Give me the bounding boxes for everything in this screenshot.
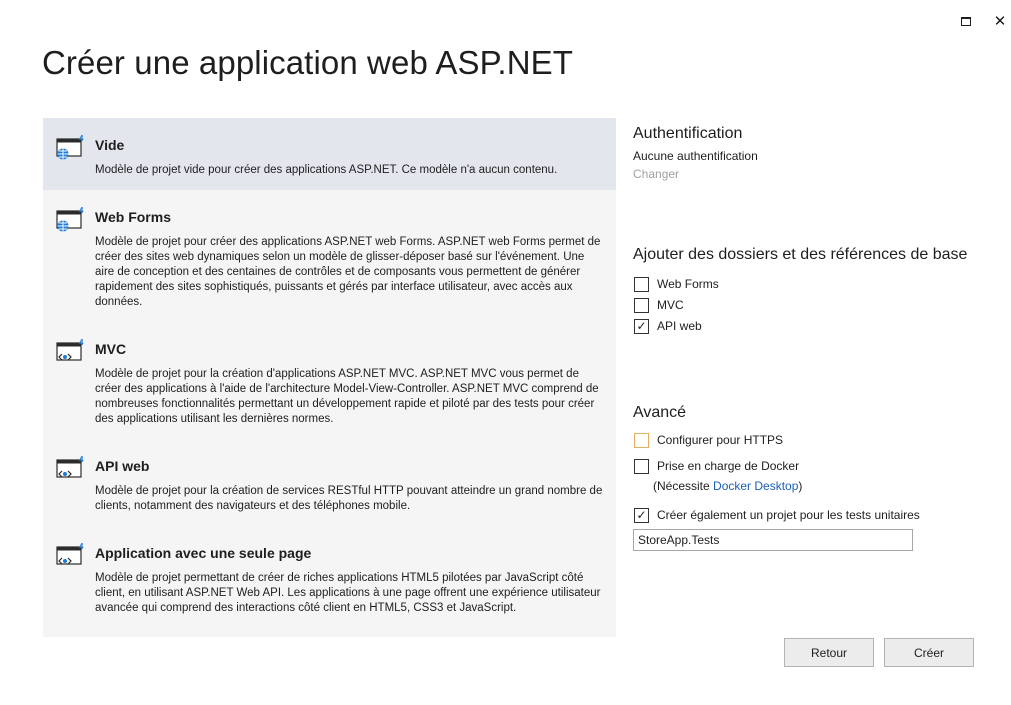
checkmark-icon: ✓ (636, 508, 647, 522)
back-button[interactable]: Retour (784, 638, 874, 667)
svg-text:4: 4 (79, 134, 84, 143)
create-button[interactable]: Créer (884, 638, 974, 667)
web-globe-icon: 4 (56, 134, 84, 160)
template-description: Modèle de projet pour la création d'appl… (95, 368, 599, 425)
checkbox-label: API web (657, 319, 702, 333)
folders-heading: Ajouter des dossiers et des références d… (633, 246, 968, 263)
docker-checkbox[interactable] (634, 458, 649, 474)
template-description: Modèle de projet pour créer des applicat… (95, 236, 601, 308)
template-name: Vide (95, 137, 125, 153)
auth-value: Aucune authentification (633, 149, 758, 163)
svg-text:4: 4 (79, 338, 84, 347)
auth-change-link[interactable]: Changer (633, 167, 679, 181)
maximize-button[interactable] (955, 10, 977, 32)
checkmark-icon: ✓ (636, 319, 647, 333)
maximize-icon (961, 16, 971, 26)
checkbox-label: Configurer pour HTTPS (657, 433, 784, 447)
advanced-heading: Avancé (633, 404, 687, 421)
web-globe-icon: 4 (56, 206, 84, 232)
svg-text:4: 4 (79, 542, 84, 551)
auth-heading: Authentification (633, 125, 743, 142)
folder-web-forms-checkbox[interactable] (634, 276, 649, 292)
folder-mvc-checkbox[interactable] (634, 297, 649, 313)
close-icon: ✕ (993, 12, 1007, 30)
docker-row[interactable]: Prise en charge de Docker (634, 458, 799, 474)
checkbox-label: Créer également un projet pour les tests… (657, 508, 920, 522)
unit-tests-row[interactable]: ✓ Créer également un projet pour les tes… (634, 507, 920, 523)
template-description: Modèle de projet pour la création de ser… (95, 485, 603, 512)
template-item-web-forms[interactable]: 4 Web Forms Modèle de projet pour créer … (43, 190, 616, 322)
template-item-api-web[interactable]: 4 API web Modèle de projet pour la créat… (43, 439, 616, 526)
template-item-mvc[interactable]: 4 MVC Modèle de projet pour la création … (43, 322, 616, 439)
page-title: Créer une application web ASP.NET (42, 44, 573, 81)
code-window-icon: 4 (56, 542, 84, 565)
code-window-icon: 4 (56, 338, 84, 361)
unit-tests-checkbox[interactable]: ✓ (634, 507, 649, 523)
template-description: Modèle de projet vide pour créer des app… (95, 164, 558, 176)
folder-api-web-row[interactable]: ✓ API web (634, 318, 702, 334)
template-description: Modèle de projet permettant de créer de … (95, 572, 601, 614)
unit-tests-project-input[interactable] (633, 529, 913, 551)
checkbox-label: Web Forms (657, 277, 719, 291)
https-row[interactable]: Configurer pour HTTPS (634, 432, 783, 448)
template-list: 4 Vide Modèle de projet vide pour créer … (43, 118, 616, 637)
code-window-icon: 4 (56, 455, 84, 478)
template-item-spa[interactable]: 4 Application avec une seule page Modèle… (43, 526, 616, 637)
svg-text:4: 4 (79, 455, 84, 464)
docker-note: (Nécessite Docker Desktop) (653, 479, 803, 493)
template-name: Application avec une seule page (95, 545, 312, 561)
checkbox-label: Prise en charge de Docker (657, 459, 800, 473)
https-checkbox[interactable] (634, 432, 649, 448)
template-item-vide[interactable]: 4 Vide Modèle de projet vide pour créer … (43, 118, 616, 190)
template-name: API web (95, 458, 150, 474)
close-button[interactable]: ✕ (989, 10, 1011, 32)
template-name: Web Forms (95, 209, 171, 225)
folder-web-forms-row[interactable]: Web Forms (634, 276, 719, 292)
docker-desktop-link[interactable]: Docker Desktop (713, 479, 798, 493)
folder-api-web-checkbox[interactable]: ✓ (634, 318, 649, 334)
template-name: MVC (95, 341, 127, 357)
svg-text:4: 4 (79, 206, 84, 215)
folder-mvc-row[interactable]: MVC (634, 297, 684, 313)
checkbox-label: MVC (657, 298, 684, 312)
